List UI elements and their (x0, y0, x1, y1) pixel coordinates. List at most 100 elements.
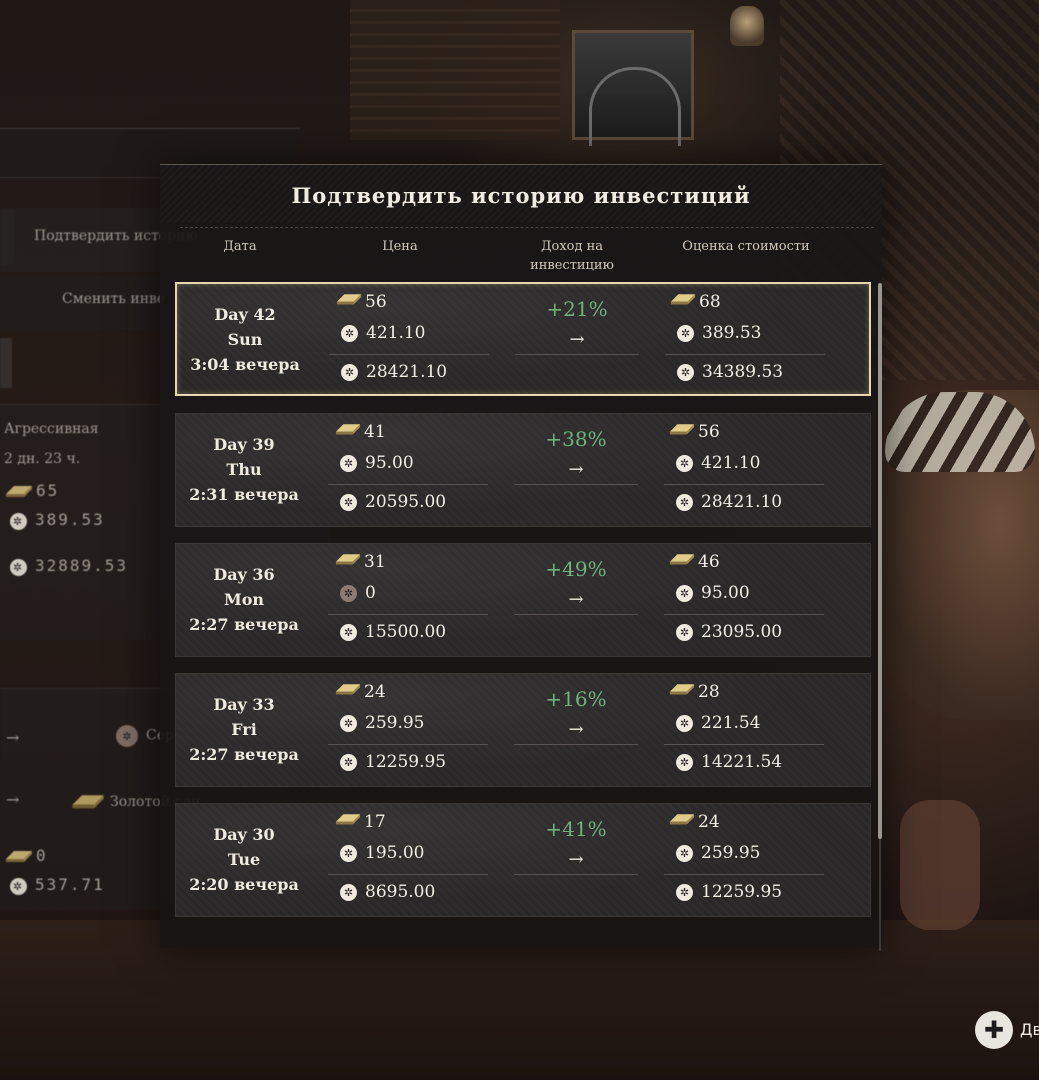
history-row[interactable]: Day 30 Tue 2:20 вечера 17 ✲ 195.00 ✲ 8695.… (175, 803, 871, 917)
coin-icon: ✲ (340, 584, 357, 602)
price-unit-value: 95.00 (365, 453, 414, 473)
coin-icon: ✲ (10, 559, 27, 576)
column-header-valuation: Оценка стоимости (682, 239, 810, 254)
price-unit-value: 0 (365, 583, 376, 603)
gold-bought-value: 56 (365, 292, 387, 312)
value-total: ✲ 23095.00 (676, 622, 782, 642)
value-total: ✲ 12259.95 (676, 882, 782, 902)
value-unit-value: 421.10 (701, 453, 761, 473)
coin-icon: ✲ (340, 454, 357, 472)
value-unit-value: 95.00 (701, 583, 750, 603)
coin-icon: ✲ (340, 883, 357, 901)
gold-valued-value: 68 (699, 292, 721, 312)
price-total-value: 12259.95 (365, 752, 447, 772)
history-row[interactable]: Day 36 Mon 2:27 вечера 31 ✲ 0 ✲ 15500.00 +… (175, 543, 871, 657)
coin-icon: ✲ (340, 753, 357, 771)
coin-icon: ✲ (341, 324, 358, 342)
side-gold-amount: 65 (4, 481, 59, 500)
side-gold-zero: 0 (4, 846, 48, 865)
background-window (572, 30, 694, 146)
value-total-value: 12259.95 (701, 882, 783, 902)
roi-percent: +49% (545, 557, 607, 581)
row-weekday: Mon (223, 590, 264, 609)
gold-bought-value: 24 (364, 682, 386, 702)
change-investment-label: Сменить инве (62, 291, 166, 307)
gold-bought: 41 (334, 422, 386, 442)
side-gold-amount-value: 65 (36, 481, 60, 500)
gold-valued: 24 (668, 812, 720, 832)
gold-bar-icon (335, 814, 361, 825)
price-total-value: 15500.00 (365, 622, 447, 642)
gold-valued: 68 (669, 292, 721, 312)
coin-icon: ✲ (676, 844, 693, 862)
scrollbar-thumb[interactable] (878, 283, 882, 839)
row-weekday: Sun (227, 330, 263, 349)
price-total: ✲ 12259.95 (340, 752, 446, 772)
dpad-icon[interactable] (975, 1011, 1013, 1049)
coin-icon: ✲ (116, 725, 138, 747)
gold-bar-icon (6, 851, 32, 862)
divider (665, 354, 825, 355)
gold-valued-value: 56 (698, 422, 720, 442)
value-unit-value: 221.54 (701, 713, 761, 733)
value-unit-value: 389.53 (702, 323, 762, 343)
row-time: 2:27 вечера (189, 615, 299, 634)
row-time: 2:27 вечера (189, 745, 299, 764)
price-total: ✲ 20595.00 (340, 492, 446, 512)
price-unit-value: 195.00 (365, 843, 425, 863)
divider (328, 874, 488, 875)
coin-icon: ✲ (10, 513, 27, 530)
row-time: 3:04 вечера (190, 355, 300, 374)
history-row[interactable]: Day 33 Fri 2:27 вечера 24 ✲ 259.95 ✲ 12259… (175, 673, 871, 787)
divider (515, 354, 639, 355)
gold-bar-icon (669, 814, 695, 825)
gold-bar-icon (335, 424, 361, 435)
dialog-title: Подтвердить историю инвестиций (291, 183, 751, 208)
side-gold-zero-value: 0 (36, 846, 48, 865)
price-unit-value: 259.95 (365, 713, 425, 733)
column-header-date: Дата (223, 239, 257, 254)
coin-icon: ✲ (676, 623, 693, 641)
value-unit: ✲ 389.53 (677, 323, 761, 343)
control-hint-label: Дв (1020, 1020, 1039, 1039)
price-unit: ✲ 0 (340, 583, 376, 603)
gold-bought: 31 (334, 552, 386, 572)
gold-bar-icon (336, 294, 362, 305)
value-unit-value: 259.95 (701, 843, 761, 863)
divider (329, 354, 489, 355)
history-row[interactable]: Day 42 Sun 3:04 вечера 56 ✲ 421.10 ✲ 28421… (175, 282, 871, 396)
row-weekday: Fri (231, 720, 257, 739)
divider (328, 484, 488, 485)
background-merchant-hand (900, 800, 980, 930)
coin-icon: ✲ (340, 493, 357, 511)
divider (328, 614, 488, 615)
history-row[interactable]: Day 39 Thu 2:31 вечера 41 ✲ 95.00 ✲ 20595.… (175, 413, 871, 527)
row-date: Day 39 Thu 2:31 вечера (176, 432, 312, 507)
gold-bar-icon (335, 684, 361, 695)
row-date: Day 30 Tue 2:20 вечера (176, 822, 312, 897)
divider (664, 744, 824, 745)
coin-icon: ✲ (340, 623, 357, 641)
value-total: ✲ 34389.53 (677, 362, 783, 382)
roi-percent: +38% (545, 427, 607, 451)
value-total-value: 34389.53 (702, 362, 784, 382)
divider (514, 874, 638, 875)
coin-icon: ✲ (340, 844, 357, 862)
value-unit: ✲ 421.10 (676, 453, 760, 473)
gold-bar-icon (6, 486, 32, 497)
coin-icon: ✲ (676, 753, 693, 771)
value-total: ✲ 14221.54 (676, 752, 782, 772)
price-total: ✲ 28421.10 (341, 362, 447, 382)
coin-icon: ✲ (677, 363, 694, 381)
gold-bar-icon (72, 795, 104, 809)
row-weekday: Tue (227, 850, 261, 869)
value-unit: ✲ 221.54 (676, 713, 760, 733)
row-time: 2:20 вечера (189, 875, 299, 894)
row-date: Day 36 Mon 2:27 вечера (176, 562, 312, 637)
price-total: ✲ 8695.00 (340, 882, 435, 902)
value-total-value: 14221.54 (701, 752, 783, 772)
divider (328, 744, 488, 745)
side-tab-marker (0, 210, 14, 266)
value-total-value: 23095.00 (701, 622, 783, 642)
gold-bought: 56 (335, 292, 387, 312)
